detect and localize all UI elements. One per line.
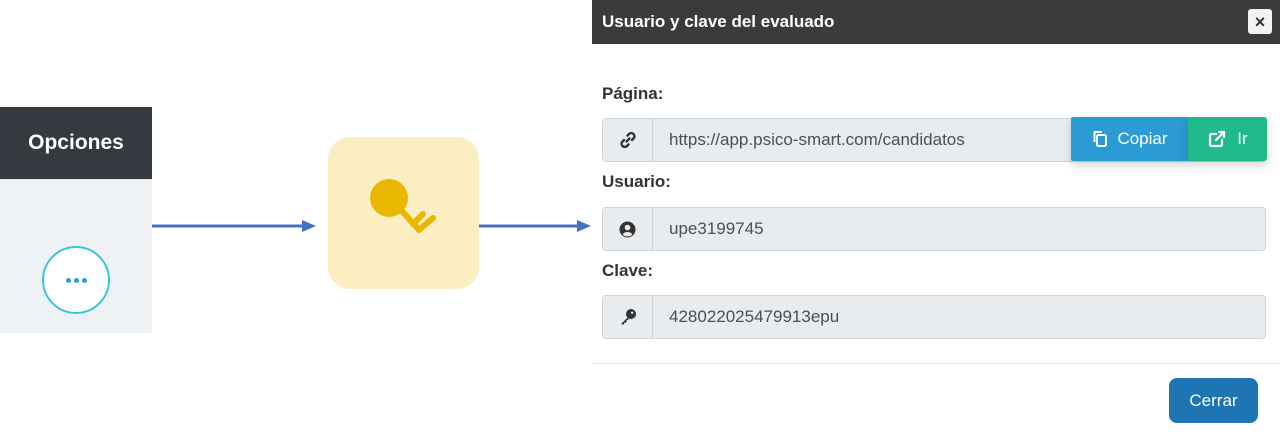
options-cell xyxy=(0,179,152,333)
ellipsis-icon xyxy=(65,277,71,283)
close-button[interactable]: Cerrar xyxy=(1169,378,1258,423)
user-value: upe3199745 xyxy=(669,219,764,238)
password-value: 428022025479913epu xyxy=(669,307,840,326)
modal-footer-divider xyxy=(592,363,1280,364)
ellipsis-dot xyxy=(73,277,79,283)
key-tile xyxy=(328,137,479,289)
key-icon xyxy=(620,309,636,325)
page-label: Página: xyxy=(602,84,664,103)
external-link-icon xyxy=(1209,130,1226,148)
ellipsis-dot xyxy=(81,277,87,283)
password-field[interactable]: 428022025479913epu xyxy=(602,295,1266,339)
go-label: Ir xyxy=(1237,129,1248,148)
page-field[interactable]: https://app.psico-smart.com/candidatos C… xyxy=(602,117,1267,162)
copy-label: Copiar xyxy=(1117,129,1168,148)
arrow-right-icon xyxy=(479,220,591,232)
password-label: Clave: xyxy=(602,261,654,280)
link-icon xyxy=(619,131,636,149)
copy-button[interactable]: Copiar xyxy=(1071,117,1188,161)
user-field[interactable]: upe3199745 xyxy=(602,207,1266,251)
modal-header: Usuario y clave del evaluado × xyxy=(592,0,1280,44)
page-addon xyxy=(603,119,653,161)
page-url: https://app.psico-smart.com/candidatos xyxy=(669,130,965,149)
go-button[interactable]: Ir xyxy=(1188,117,1267,161)
arrow-right-icon xyxy=(152,220,316,232)
password-addon xyxy=(603,296,653,338)
user-label: Usuario: xyxy=(602,172,671,191)
options-button[interactable] xyxy=(42,246,110,314)
copy-icon xyxy=(1093,131,1108,147)
key-icon xyxy=(369,179,436,233)
options-column-header: Opciones xyxy=(0,107,152,179)
modal-title: Usuario y clave del evaluado xyxy=(602,12,835,31)
credentials-modal: Usuario y clave del evaluado × Página: h… xyxy=(592,0,1280,434)
user-circle-icon xyxy=(619,221,636,237)
close-icon[interactable]: × xyxy=(1248,9,1272,34)
user-addon xyxy=(603,208,653,250)
